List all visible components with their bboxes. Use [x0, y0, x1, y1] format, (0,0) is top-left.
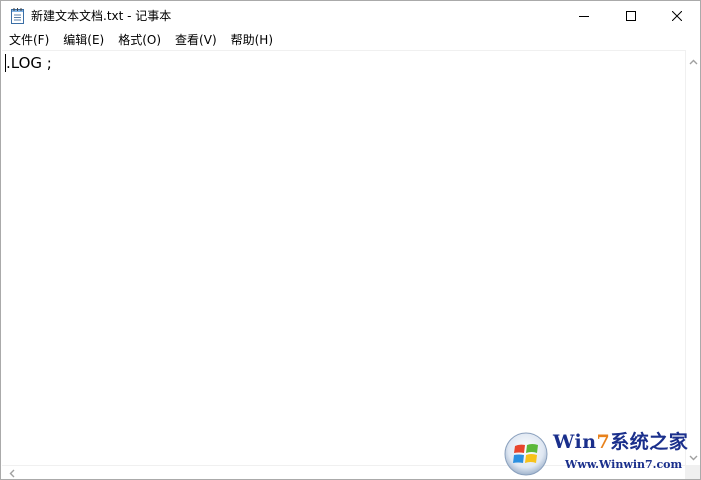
menu-help[interactable]: 帮助(H): [224, 31, 280, 50]
vertical-scrollbar[interactable]: [685, 50, 700, 465]
scroll-up-arrow-icon: [689, 50, 698, 69]
notepad-icon[interactable]: [10, 7, 25, 24]
menu-file[interactable]: 文件(F): [1, 31, 56, 50]
minimize-icon: [579, 6, 589, 25]
maximize-button[interactable]: [608, 1, 654, 30]
close-icon: [671, 6, 683, 25]
title-bar[interactable]: 新建文本文档.txt - 记事本: [1, 1, 700, 31]
minimize-button[interactable]: [561, 1, 607, 30]
scroll-down-arrow-icon: [689, 446, 698, 465]
scroll-up-button[interactable]: [686, 50, 700, 69]
close-button[interactable]: [654, 1, 700, 30]
horizontal-scrollbar[interactable]: [2, 465, 685, 479]
notepad-window: 新建文本文档.txt - 记事本 文件(F) 编辑(E) 格式(O) 查看(V): [0, 0, 701, 480]
menu-view[interactable]: 查看(V): [168, 31, 224, 50]
window-title: 新建文本文档.txt - 记事本: [31, 9, 172, 23]
scroll-left-arrow-icon: [9, 463, 15, 479]
scroll-down-button[interactable]: [686, 446, 700, 465]
scroll-left-button[interactable]: [4, 466, 19, 479]
editor-content[interactable]: .LOG ;: [6, 54, 52, 72]
maximize-icon: [626, 6, 636, 25]
text-editor[interactable]: .LOG ;: [2, 50, 685, 465]
menu-edit[interactable]: 编辑(E): [56, 31, 111, 50]
scrollbar-corner: [685, 465, 700, 479]
menu-bar: 文件(F) 编辑(E) 格式(O) 查看(V) 帮助(H): [1, 31, 700, 50]
menu-format[interactable]: 格式(O): [111, 31, 168, 50]
text-caret: [5, 54, 6, 72]
